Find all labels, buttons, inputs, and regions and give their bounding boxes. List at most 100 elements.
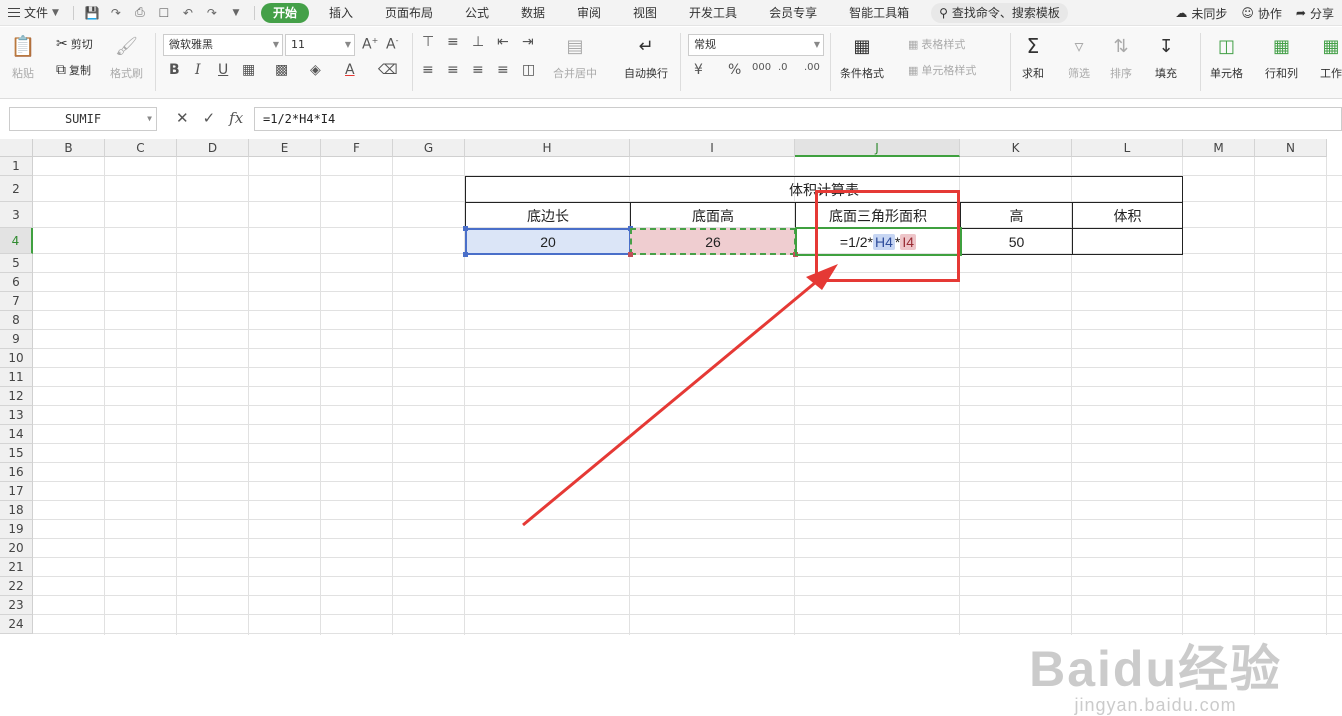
row-header-13[interactable]: 13 bbox=[0, 406, 33, 425]
copy-button[interactable]: ⧉ 复制 bbox=[56, 62, 91, 78]
align-top-icon[interactable]: ⊤ bbox=[422, 34, 434, 50]
name-box[interactable]: SUMIF ▼ bbox=[9, 107, 157, 131]
row-col-button[interactable]: ▦ 行和列 bbox=[1265, 35, 1298, 81]
save-icon[interactable]: 💾 bbox=[84, 5, 100, 21]
bold-icon[interactable]: B bbox=[169, 62, 180, 78]
cell-l4[interactable] bbox=[1073, 229, 1182, 254]
collab-button[interactable]: ☺ 协作 bbox=[1241, 5, 1282, 22]
cell-k4[interactable]: 50 bbox=[961, 229, 1072, 254]
print-preview-icon[interactable]: ☐ bbox=[156, 5, 172, 21]
tab-2[interactable]: 页面布局 bbox=[373, 3, 445, 23]
font-family-select[interactable]: 微软雅黑 ▼ bbox=[163, 34, 283, 56]
undo-icon[interactable]: ↶ bbox=[180, 5, 196, 21]
fx-icon[interactable]: fx bbox=[229, 109, 243, 127]
number-format-select[interactable]: 常规 ▼ bbox=[688, 34, 824, 56]
header-base-height[interactable]: 底面高 bbox=[631, 203, 795, 228]
redo-icon[interactable]: ↷ bbox=[204, 5, 220, 21]
justify-icon[interactable]: ≡ bbox=[497, 62, 509, 78]
wrap-text-button[interactable]: ↵ 自动换行 bbox=[624, 35, 668, 81]
fill-pattern-icon[interactable]: ▩ bbox=[275, 62, 288, 78]
worksheet-button[interactable]: ▦ 工作 bbox=[1320, 35, 1342, 81]
filter-button[interactable]: ▿ 筛选 bbox=[1068, 35, 1090, 81]
cell-h4[interactable]: 20 bbox=[466, 229, 630, 254]
indent-decrease-icon[interactable]: ⇤ bbox=[497, 34, 509, 50]
row-header-11[interactable]: 11 bbox=[0, 368, 33, 387]
column-header-J[interactable]: J bbox=[795, 139, 960, 157]
font-size-select[interactable]: 11 ▼ bbox=[285, 34, 355, 56]
row-header-10[interactable]: 10 bbox=[0, 349, 33, 368]
eraser-icon[interactable]: ⌫ bbox=[378, 62, 398, 78]
cell-i4[interactable]: 26 bbox=[631, 229, 795, 254]
row-header-8[interactable]: 8 bbox=[0, 311, 33, 330]
format-painter-button[interactable]: 🖌 格式刷 bbox=[110, 35, 143, 81]
sync-button[interactable]: ☁ 未同步 bbox=[1175, 5, 1227, 22]
tab-9[interactable]: 智能工具箱 bbox=[837, 3, 921, 23]
sort-button[interactable]: ⇅ 排序 bbox=[1110, 35, 1132, 81]
fill-color-icon[interactable]: ◈ bbox=[310, 62, 321, 78]
row-header-3[interactable]: 3 bbox=[0, 202, 33, 228]
decrease-decimal-icon[interactable]: .00 bbox=[804, 62, 820, 73]
merge-center-button[interactable]: ▤ 合并居中 bbox=[553, 35, 597, 81]
font-color-icon[interactable]: A bbox=[345, 62, 355, 78]
row-header-18[interactable]: 18 bbox=[0, 501, 33, 520]
row-header-2[interactable]: 2 bbox=[0, 176, 33, 202]
row-header-21[interactable]: 21 bbox=[0, 558, 33, 577]
share-button[interactable]: ➦ 分享 bbox=[1296, 5, 1334, 22]
tab-5[interactable]: 审阅 bbox=[565, 3, 613, 23]
distribute-icon[interactable]: ◫ bbox=[522, 62, 535, 78]
increase-decimal-icon[interactable]: .0 bbox=[778, 62, 788, 73]
cell-style-button[interactable]: ▦ 单元格样式 bbox=[908, 62, 976, 78]
tab-4[interactable]: 数据 bbox=[509, 3, 557, 23]
row-header-14[interactable]: 14 bbox=[0, 425, 33, 444]
table-style-button[interactable]: ▦ 表格样式 bbox=[908, 36, 965, 52]
row-header-7[interactable]: 7 bbox=[0, 292, 33, 311]
column-header-F[interactable]: F bbox=[321, 139, 393, 157]
column-header-K[interactable]: K bbox=[960, 139, 1072, 157]
row-header-6[interactable]: 6 bbox=[0, 273, 33, 292]
tab-1[interactable]: 插入 bbox=[317, 3, 365, 23]
print-icon[interactable]: ⎙ bbox=[132, 5, 148, 21]
tab-7[interactable]: 开发工具 bbox=[677, 3, 749, 23]
thousands-icon[interactable]: 000 bbox=[752, 62, 771, 73]
underline-icon[interactable]: U bbox=[218, 62, 228, 78]
sum-button[interactable]: Σ 求和 bbox=[1022, 34, 1044, 81]
fill-button[interactable]: ↧ 填充 bbox=[1155, 35, 1177, 81]
indent-increase-icon[interactable]: ⇥ bbox=[522, 34, 534, 50]
more-icon[interactable]: ▼ bbox=[228, 5, 244, 21]
column-header-M[interactable]: M bbox=[1183, 139, 1255, 157]
column-header-I[interactable]: I bbox=[630, 139, 795, 157]
row-header-17[interactable]: 17 bbox=[0, 482, 33, 501]
row-header-12[interactable]: 12 bbox=[0, 387, 33, 406]
align-left-icon[interactable]: ≡ bbox=[422, 62, 434, 78]
percent-icon[interactable]: % bbox=[728, 62, 741, 78]
header-volume[interactable]: 体积 bbox=[1073, 203, 1182, 228]
row-header-24[interactable]: 24 bbox=[0, 615, 33, 634]
conditional-format-button[interactable]: ▦ 条件格式 bbox=[840, 35, 884, 81]
row-header-5[interactable]: 5 bbox=[0, 254, 33, 273]
column-header-G[interactable]: G bbox=[393, 139, 465, 157]
align-right-icon[interactable]: ≡ bbox=[472, 62, 484, 78]
row-header-22[interactable]: 22 bbox=[0, 577, 33, 596]
align-center-icon[interactable]: ≡ bbox=[447, 62, 459, 78]
column-header-D[interactable]: D bbox=[177, 139, 249, 157]
row-header-20[interactable]: 20 bbox=[0, 539, 33, 558]
column-header-H[interactable]: H bbox=[465, 139, 630, 157]
column-header-L[interactable]: L bbox=[1072, 139, 1183, 157]
column-header-B[interactable]: B bbox=[33, 139, 105, 157]
column-header-C[interactable]: C bbox=[105, 139, 177, 157]
align-bottom-icon[interactable]: ⊥ bbox=[472, 34, 484, 50]
row-header-19[interactable]: 19 bbox=[0, 520, 33, 539]
border-icon[interactable]: ▦ bbox=[242, 62, 255, 78]
row-header-4[interactable]: 4 bbox=[0, 228, 33, 254]
cancel-icon[interactable]: ✕ bbox=[176, 109, 189, 127]
row-header-16[interactable]: 16 bbox=[0, 463, 33, 482]
decrease-font-icon[interactable]: A- bbox=[386, 36, 398, 53]
italic-icon[interactable]: I bbox=[195, 62, 201, 78]
file-menu[interactable]: 文件 ▼ bbox=[0, 0, 67, 26]
spreadsheet-grid[interactable]: 体积计算表 底边长 底面高 底面三角形面积 高 体积 20 26 =1/2* H… bbox=[0, 139, 1342, 715]
increase-font-icon[interactable]: A+ bbox=[362, 36, 378, 53]
formula-input[interactable]: =1/2*H4*I4 bbox=[254, 107, 1342, 131]
tab-8[interactable]: 会员专享 bbox=[757, 3, 829, 23]
currency-icon[interactable]: ¥ bbox=[694, 62, 703, 78]
paste-button[interactable]: 📋 粘贴 bbox=[11, 34, 36, 81]
